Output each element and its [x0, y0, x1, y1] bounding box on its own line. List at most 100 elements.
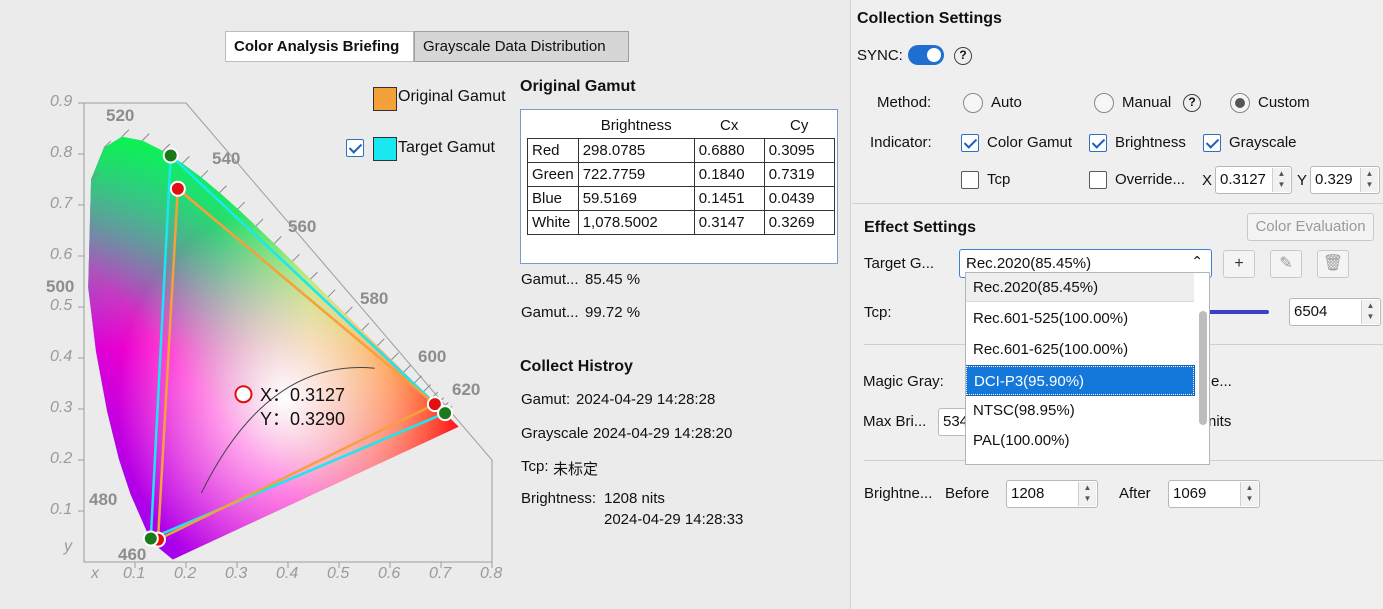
dropdown-item[interactable]: PAL(100.00%) — [966, 426, 1194, 455]
original-gamut-table: Brightness Cx Cy Red 298.0785 0.6880 0.3… — [527, 114, 835, 235]
override-y-stepper[interactable]: 0.329 ▲ ▼ — [1310, 166, 1380, 194]
method-auto-radio[interactable] — [963, 93, 983, 113]
add-icon[interactable]: + — [1223, 250, 1255, 278]
after-label: After — [1119, 485, 1151, 502]
table-cell: 0.3095 — [763, 137, 835, 163]
before-stepper[interactable]: 1208 ▲ ▼ — [1006, 480, 1098, 508]
table-cell: Red — [527, 137, 579, 163]
before-label: Before — [945, 485, 990, 502]
wavelength-580: 580 — [360, 289, 389, 308]
locus-tick — [361, 322, 370, 331]
whitepoint-y-readout: Y：0.3290 — [260, 409, 346, 429]
wavelength-500: 500 — [46, 277, 75, 296]
x-tick-label: 0.4 — [276, 565, 299, 582]
original-gamut-title: Original Gamut — [520, 78, 636, 95]
locus-tick — [121, 129, 130, 138]
sync-help-icon[interactable]: ? — [954, 47, 972, 65]
dropdown-item[interactable]: NTSC(98.95%) — [966, 396, 1194, 425]
sync-label: SYNC: — [857, 47, 903, 64]
table-cell: 59.5169 — [577, 185, 695, 211]
delete-icon[interactable]: 🗑 — [1317, 250, 1349, 278]
indicator-color-gamut-checkbox[interactable] — [961, 134, 979, 152]
table-cell: 0.7319 — [763, 161, 835, 187]
indicator-brightness-label: Brightness — [1115, 134, 1186, 151]
col-header-cy: Cy — [764, 114, 835, 138]
locus-tick — [237, 201, 246, 210]
indicator-label: Indicator: — [870, 134, 932, 151]
locus-tick — [182, 156, 190, 164]
tab-color-analysis[interactable]: Color Analysis Briefing — [225, 31, 414, 62]
history-brightness-value: 1208 nits — [604, 490, 665, 507]
indicator-override-label: Override... — [1115, 171, 1186, 188]
x-axis-label: x — [91, 565, 99, 582]
history-tcp-label: Tcp: — [521, 458, 549, 475]
locus-tick — [292, 253, 300, 262]
y-tick-label: 0.4 — [50, 348, 73, 365]
method-custom-radio[interactable] — [1230, 93, 1250, 113]
locus-tick — [219, 185, 227, 193]
stepper-arrows-icon[interactable]: ▲ ▼ — [1240, 482, 1258, 506]
whitepoint-x-readout: X：0.3127 — [260, 385, 346, 405]
table-cell: 722.7759 — [577, 161, 695, 187]
locus-tick — [310, 271, 318, 280]
target-gamut-label: Target G... — [864, 255, 935, 272]
method-manual-label: Manual — [1122, 94, 1172, 111]
method-manual-radio[interactable] — [1094, 93, 1114, 113]
tab-grayscale-distribution[interactable]: Grayscale Data Distribution — [414, 31, 629, 62]
dropdown-scrollbar[interactable] — [1199, 311, 1207, 425]
tcp-slider-track[interactable] — [1205, 310, 1269, 314]
y-axis-label: y — [64, 538, 72, 555]
magic-gray-label: Magic Gray: — [863, 373, 944, 390]
history-brightness-label: Brightness: — [521, 490, 597, 507]
gamut-ratio-value: 99.72 % — [585, 304, 641, 321]
indicator-grayscale-checkbox[interactable] — [1203, 134, 1221, 152]
table-cell: 0.3147 — [693, 209, 765, 235]
stepper-arrows-icon[interactable]: ▲ ▼ — [1078, 482, 1096, 506]
collect-history-title: Collect Histroy — [520, 358, 633, 375]
history-grayscale-value: 2024-04-29 14:28:20 — [593, 425, 733, 442]
locus-tick — [273, 236, 282, 244]
stepper-arrows-icon[interactable]: ▲ ▼ — [1360, 168, 1378, 192]
table-cell: White — [527, 209, 579, 235]
manual-help-icon[interactable]: ? — [1183, 94, 1201, 112]
analysis-panel: Color Analysis Briefing Grayscale Data D… — [0, 0, 850, 609]
wavelength-620: 620 — [452, 380, 481, 399]
table-row: Red 298.0785 0.6880 0.3095 — [527, 137, 835, 163]
edit-icon[interactable]: ✎ — [1270, 250, 1302, 278]
x-tick-label: 0.6 — [378, 565, 401, 582]
dropdown-item[interactable]: Rec.601-625(100.00%) — [966, 335, 1194, 364]
stepper-arrows-icon[interactable]: ▲ ▼ — [1361, 300, 1379, 324]
y-tick-label: 0.9 — [50, 93, 73, 110]
override-y-label: Y — [1297, 172, 1308, 189]
after-stepper[interactable]: 1069 ▲ ▼ — [1168, 480, 1260, 508]
indicator-override-checkbox[interactable] — [1089, 171, 1107, 189]
target-gamut-checkbox[interactable] — [346, 139, 364, 157]
stepper-arrows-icon[interactable]: ▲ ▼ — [1272, 168, 1290, 192]
tcp-stepper[interactable]: 6504 ▲ ▼ — [1289, 298, 1381, 326]
table-cell: Green — [527, 161, 579, 187]
target-gamut-selected-value: Rec.2020(85.45%) — [966, 255, 1092, 272]
target-gamut-legend-label: Target Gamut — [398, 139, 495, 156]
sync-toggle[interactable] — [908, 45, 944, 65]
dropdown-item[interactable]: Rec.601-525(100.00%) — [966, 304, 1194, 333]
wavelength-480: 480 — [89, 490, 118, 509]
locus-tick — [403, 364, 412, 373]
indicator-tcp-label: Tcp — [987, 171, 1011, 188]
wavelength-460: 460 — [118, 545, 147, 564]
indicator-color-gamut-label: Color Gamut — [987, 134, 1073, 151]
color-evaluation-button[interactable]: Color Evaluation — [1247, 213, 1374, 241]
table-cell: 0.1451 — [693, 185, 765, 211]
locus-tick — [141, 133, 150, 141]
locus-tick — [376, 338, 385, 347]
indicator-tcp-checkbox[interactable] — [961, 171, 979, 189]
override-y-value: 0.329 — [1315, 171, 1353, 188]
dropdown-item-selected[interactable]: DCI-P3(95.90%) — [966, 365, 1195, 396]
target-green-point — [162, 147, 179, 164]
indicator-brightness-checkbox[interactable] — [1089, 134, 1107, 152]
original-gamut-legend-label: Original Gamut — [398, 88, 506, 105]
y-tick-label: 0.7 — [50, 195, 73, 212]
magic-gray-truncated-text: e... — [1211, 373, 1232, 390]
target-gamut-swatch — [373, 137, 397, 161]
dropdown-item[interactable]: Rec.2020(85.45%) — [966, 273, 1194, 302]
override-x-stepper[interactable]: 0.3127 ▲ ▼ — [1215, 166, 1292, 194]
